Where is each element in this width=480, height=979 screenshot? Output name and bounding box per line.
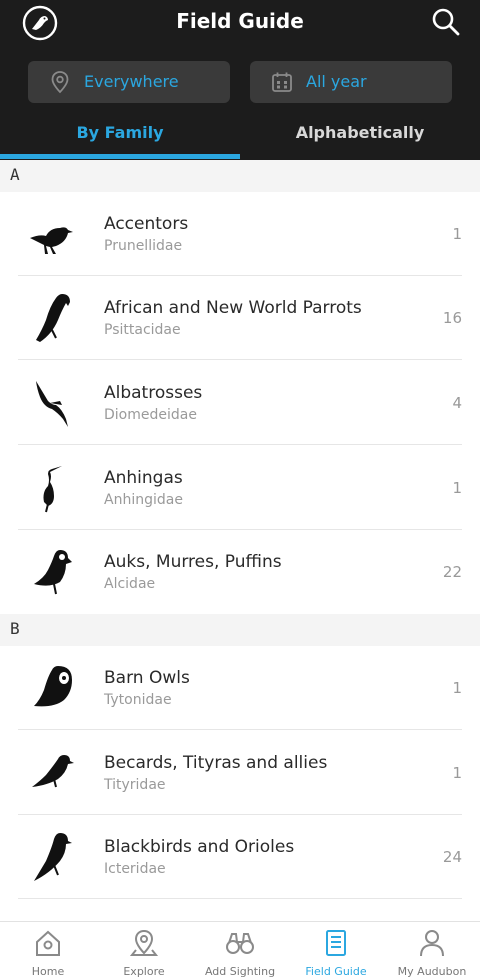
map-pin-icon: [129, 929, 159, 956]
albatross-silhouette-icon: [36, 381, 68, 427]
species-count: 1: [452, 225, 462, 243]
row-divider: [18, 444, 462, 445]
scientific-name: Psittacidae: [104, 322, 181, 338]
nav-label: My Audubon: [397, 965, 467, 978]
species-count: 4: [452, 394, 462, 412]
season-filter-label: All year: [306, 72, 367, 91]
family-name: Becards, Tityras and allies: [104, 753, 328, 773]
section-header-b: B: [0, 614, 480, 646]
list-item[interactable]: Becards, Tityras and allies Tityridae 1: [0, 731, 480, 815]
scientific-name: Alcidae: [104, 576, 156, 592]
list-item[interactable]: Anhingas Anhingidae 1: [0, 446, 480, 530]
owl-silhouette-icon: [34, 666, 72, 707]
tab-alphabetically[interactable]: Alphabetically: [240, 115, 480, 160]
book-icon: [326, 930, 346, 956]
accentor-silhouette-icon: [30, 227, 73, 254]
row-divider: [18, 359, 462, 360]
nav-my-audubon[interactable]: My Audubon: [384, 922, 480, 979]
calendar-icon: [272, 72, 292, 92]
location-pin-icon: [51, 71, 69, 94]
parrot-silhouette-icon: [36, 294, 70, 342]
list-item[interactable]: Blackbirds and Orioles Icteridae 24: [0, 815, 480, 899]
family-name: Albatrosses: [104, 383, 203, 403]
row-divider: [18, 898, 462, 899]
list-item[interactable]: Accentors Prunellidae 1: [0, 192, 480, 276]
home-icon: [36, 930, 60, 956]
blackbird-silhouette-icon: [34, 833, 72, 881]
nav-label: Explore: [123, 965, 165, 978]
section-letter: B: [10, 619, 20, 638]
list-item[interactable]: African and New World Parrots Psittacida…: [0, 276, 480, 360]
list-item[interactable]: Albatrosses Diomedeidae 4: [0, 361, 480, 445]
family-name: Auks, Murres, Puffins: [104, 552, 282, 572]
person-icon: [420, 930, 444, 957]
row-divider: [18, 729, 462, 730]
section-letter: A: [10, 165, 20, 184]
location-filter-button[interactable]: Everywhere: [28, 61, 230, 103]
nav-home[interactable]: Home: [0, 922, 96, 979]
species-count: 22: [442, 563, 462, 581]
family-name: Barn Owls: [104, 668, 190, 688]
bottom-navigation: Home Explore Add Sighting Field Guide My…: [0, 921, 480, 979]
becard-silhouette-icon: [32, 755, 74, 788]
species-count: 1: [452, 679, 462, 697]
family-name: African and New World Parrots: [104, 298, 362, 318]
family-name: Anhingas: [104, 468, 183, 488]
list-item[interactable]: Barn Owls Tytonidae 1: [0, 646, 480, 730]
nav-label: Field Guide: [305, 965, 367, 978]
anhinga-silhouette-icon: [43, 466, 62, 513]
family-name: Blackbirds and Orioles: [104, 837, 295, 857]
nav-field-guide[interactable]: Field Guide: [288, 922, 384, 979]
nav-label: Home: [31, 965, 65, 978]
app-header: Field Guide Everywhere All year By Famil…: [0, 0, 480, 160]
scientific-name: Prunellidae: [104, 238, 183, 254]
section-header-a: A: [0, 160, 480, 192]
species-count: 1: [452, 764, 462, 782]
active-tab-indicator: [0, 154, 240, 159]
scientific-name: Tityridae: [104, 777, 166, 793]
species-count: 16: [442, 309, 462, 327]
scientific-name: Icteridae: [104, 861, 166, 877]
list-item[interactable]: Auks, Murres, Puffins Alcidae 22: [0, 530, 480, 614]
top-bar: Field Guide: [0, 0, 480, 46]
species-count: 24: [442, 848, 462, 866]
scientific-name: Diomedeidae: [104, 407, 197, 423]
family-name: Accentors: [104, 214, 189, 234]
nav-add-sighting[interactable]: Add Sighting: [192, 922, 288, 979]
nav-explore[interactable]: Explore: [96, 922, 192, 979]
page-title: Field Guide: [176, 9, 304, 33]
search-icon[interactable]: [430, 6, 462, 38]
scientific-name: Tytonidae: [104, 692, 172, 708]
location-filter-label: Everywhere: [84, 72, 179, 91]
species-count: 1: [452, 479, 462, 497]
binoculars-icon: [226, 933, 254, 954]
scientific-name: Anhingidae: [104, 492, 183, 508]
nav-label: Add Sighting: [204, 965, 276, 978]
puffin-silhouette-icon: [34, 550, 72, 595]
season-filter-button[interactable]: All year: [250, 61, 452, 103]
